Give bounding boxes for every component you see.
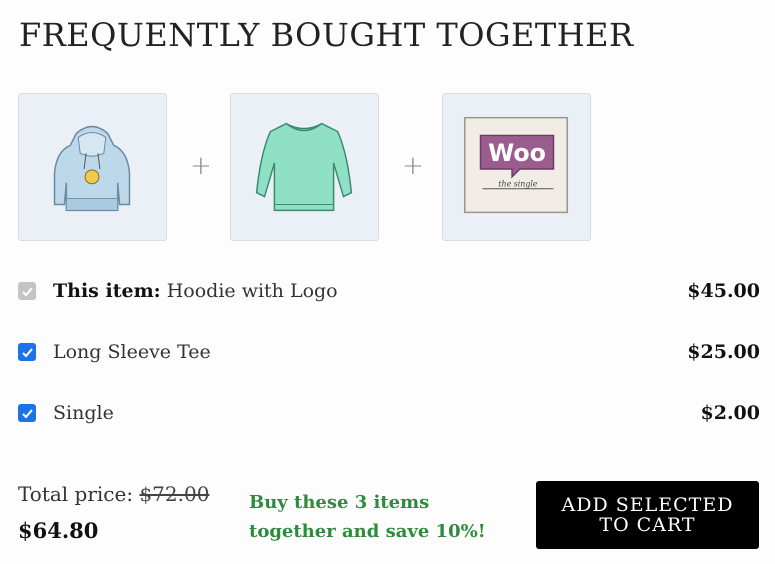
total-label: Total price: bbox=[18, 482, 134, 506]
this-item-prefix: This item: bbox=[53, 280, 161, 302]
section-title: FREQUENTLY BOUGHT TOGETHER bbox=[19, 16, 634, 54]
product-thumbnails: + + Woo the single bbox=[18, 93, 618, 245]
item-price: $25.00 bbox=[687, 341, 760, 363]
original-price: $72.00 bbox=[139, 482, 210, 506]
savings-message: Buy these 3 items together and save 10%! bbox=[249, 492, 486, 542]
total-price: Total price: $72.00 bbox=[18, 482, 209, 506]
plus-icon: + bbox=[402, 151, 424, 181]
item-row[interactable]: This item: Hoodie with Logo $45.00 bbox=[18, 276, 760, 306]
plus-icon: + bbox=[190, 151, 212, 181]
checkbox-disabled bbox=[18, 282, 36, 300]
long-sleeve-tee-thumbnail[interactable] bbox=[230, 93, 379, 241]
item-row[interactable]: Single $2.00 bbox=[18, 398, 760, 428]
single-thumbnail[interactable]: Woo the single bbox=[442, 93, 591, 241]
hoodie-thumbnail[interactable] bbox=[18, 93, 167, 241]
woo-single-image: Woo the single bbox=[463, 116, 569, 214]
item-name: Long Sleeve Tee bbox=[53, 341, 211, 363]
long-sleeve-tee-image bbox=[255, 122, 353, 212]
hoodie-image bbox=[53, 125, 131, 212]
woo-logo-text: Woo bbox=[488, 139, 546, 167]
checkbox[interactable] bbox=[18, 343, 36, 361]
item-row[interactable]: Long Sleeve Tee $25.00 bbox=[18, 337, 760, 367]
item-price: $2.00 bbox=[700, 402, 761, 424]
woo-caption-text: the single bbox=[498, 180, 538, 189]
item-name: Single bbox=[53, 402, 114, 424]
item-price: $45.00 bbox=[687, 280, 760, 302]
add-selected-to-cart-button[interactable]: ADD SELECTED TO CART bbox=[536, 481, 759, 549]
discounted-price: $64.80 bbox=[18, 518, 99, 543]
item-label: This item: Hoodie with Logo bbox=[53, 280, 338, 302]
item-name: Hoodie with Logo bbox=[166, 280, 338, 302]
checkbox[interactable] bbox=[18, 404, 36, 422]
